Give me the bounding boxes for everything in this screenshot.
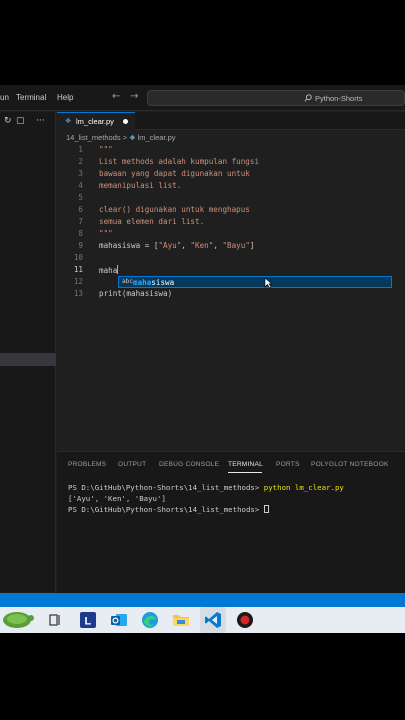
code-line: """ <box>99 145 113 154</box>
text-suggestion-icon: abc <box>122 278 133 285</box>
python-file-icon: ❖ <box>65 117 72 125</box>
tab-ports[interactable]: PORTS <box>276 461 300 468</box>
recorder-app-icon[interactable] <box>236 611 254 629</box>
autocomplete-suggestion[interactable]: abc mahasiswa <box>118 276 392 288</box>
breadcrumb-folder[interactable]: 14_list_methods <box>66 133 121 142</box>
line-number: 2 <box>78 157 83 166</box>
explorer-selected-row[interactable] <box>0 353 56 366</box>
code-line-active: maha <box>99 265 119 275</box>
code-editor[interactable]: 1 2 3 4 5 6 7 8 9 10 11 12 13 """ List m… <box>57 145 405 450</box>
line-number: 5 <box>78 193 83 202</box>
code-line: print(mahasiswa) <box>99 289 173 298</box>
vscode-icon[interactable] <box>204 611 222 629</box>
code-line: mahasiswa = ["Ayu", "Ken", "Bayu"] <box>99 241 255 250</box>
breadcrumb-file[interactable]: lm_clear.py <box>138 133 176 142</box>
back-arrow-icon[interactable]: ← <box>112 91 120 102</box>
terminal-cursor <box>263 505 269 513</box>
tab-lm-clear[interactable]: ❖ lm_clear.py <box>57 112 135 130</box>
file-explorer-icon[interactable] <box>172 611 190 629</box>
forward-arrow-icon[interactable]: → <box>130 91 138 102</box>
tab-debug-console[interactable]: DEBUG CONSOLE <box>159 461 219 468</box>
menu-terminal[interactable]: Terminal <box>16 93 46 102</box>
vscode-window: un Terminal Help ← → Python-Shorts ↻ ▢ ·… <box>0 85 405 633</box>
line-number: 1 <box>78 145 83 154</box>
line-number: 8 <box>78 229 83 238</box>
menu-run[interactable]: un <box>0 93 9 102</box>
status-bar <box>0 593 405 607</box>
terminal-output: ['Ayu', 'Ken', 'Bayu'] <box>68 494 166 503</box>
edge-icon[interactable] <box>141 611 159 629</box>
command-center-search[interactable]: Python-Shorts <box>147 90 405 106</box>
line-number: 13 <box>73 289 83 298</box>
mouse-pointer-icon <box>264 277 272 289</box>
outlook-icon[interactable] <box>110 611 128 629</box>
refresh-icon[interactable]: ↻ <box>4 116 12 126</box>
breadcrumb-separator: > <box>122 133 128 142</box>
line-number: 9 <box>78 241 83 250</box>
python-file-icon: ❖ <box>129 135 136 142</box>
editor-tabs: ❖ lm_clear.py <box>57 112 405 130</box>
tab-label: lm_clear.py <box>76 117 114 126</box>
line-number: 12 <box>73 277 83 286</box>
line-number: 11 <box>73 265 83 274</box>
line-number: 7 <box>78 217 83 226</box>
code-line: clear() digunakan untuk menghapus <box>99 205 250 214</box>
code-line: semua elemen dari list. <box>99 217 205 226</box>
tab-terminal[interactable]: TERMINAL <box>228 461 263 468</box>
turtle-wallpaper-icon <box>3 612 34 628</box>
breadcrumb: 14_list_methods > ❖ lm_clear.py <box>66 133 176 142</box>
task-view-icon[interactable] <box>46 611 64 629</box>
explorer-sidebar: ↻ ▢ ··· <box>0 112 56 592</box>
code-line: bawaan yang dapat digunakan untuk <box>99 169 250 178</box>
search-icon <box>304 94 312 102</box>
search-label: Python-Shorts <box>315 94 363 103</box>
tab-problems[interactable]: PROBLEMS <box>68 461 106 468</box>
active-tab-indicator <box>228 472 262 473</box>
line-number: 6 <box>78 205 83 214</box>
line-number: 4 <box>78 181 83 190</box>
text-cursor <box>117 265 119 274</box>
more-icon[interactable]: ··· <box>36 116 45 126</box>
terminal-prompt[interactable]: PS D:\GitHub\Python-Shorts\14_list_metho… <box>68 505 269 514</box>
menu-bar: un Terminal Help ← → Python-Shorts <box>0 85 405 111</box>
svg-text:L: L <box>85 616 92 628</box>
l-app-icon[interactable]: L <box>79 611 97 629</box>
line-number: 3 <box>78 169 83 178</box>
unsaved-dot-icon[interactable] <box>123 119 128 124</box>
tab-polyglot-notebook[interactable]: POLYGLOT NOTEBOOK <box>311 461 389 468</box>
collapse-icon[interactable]: ▢ <box>16 116 25 126</box>
tab-output[interactable]: OUTPUT <box>118 461 146 468</box>
bottom-panel: PROBLEMS OUTPUT DEBUG CONSOLE TERMINAL P… <box>57 451 405 593</box>
code-line: memanipulasi list. <box>99 181 182 190</box>
line-number: 10 <box>73 253 83 262</box>
code-line: List methods adalah kumpulan fungsi <box>99 157 260 166</box>
terminal-line: PS D:\GitHub\Python-Shorts\14_list_metho… <box>68 483 344 492</box>
code-line: """ <box>99 229 113 238</box>
menu-help[interactable]: Help <box>57 93 73 102</box>
windows-taskbar: L <box>0 607 405 633</box>
suggestion-label: mahasiswa <box>133 278 175 287</box>
